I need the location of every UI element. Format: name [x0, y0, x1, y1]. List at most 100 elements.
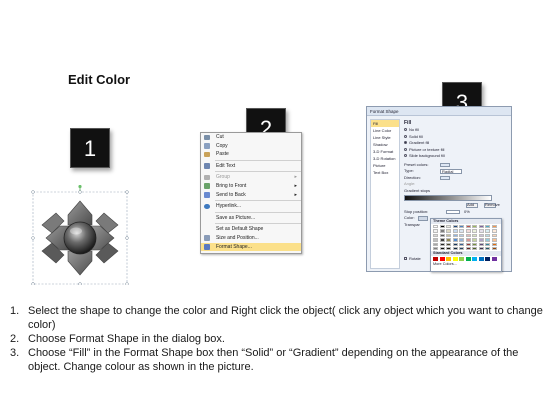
menu-item-paste[interactable]: Paste	[201, 150, 301, 159]
color-swatch[interactable]	[465, 229, 471, 233]
stop-position-slider[interactable]	[446, 209, 460, 214]
selected-shape[interactable]	[30, 185, 130, 285]
color-swatch[interactable]	[478, 229, 484, 233]
color-swatch[interactable]	[491, 242, 497, 246]
menu-item-group[interactable]: Group ▸	[201, 173, 301, 182]
nav-item-3d-rotation[interactable]: 3-D Rotation	[371, 155, 399, 162]
color-swatch[interactable]	[433, 242, 438, 246]
color-swatch[interactable]	[472, 233, 477, 238]
color-swatch[interactable]	[485, 225, 490, 229]
menu-item-bring-to-front[interactable]: Bring to Front ▸	[201, 182, 301, 191]
color-swatch[interactable]	[478, 242, 484, 246]
color-swatch[interactable]	[485, 257, 490, 262]
color-swatch[interactable]	[472, 225, 477, 229]
color-swatch[interactable]	[439, 225, 445, 229]
color-swatch[interactable]	[491, 233, 497, 238]
color-swatch[interactable]	[452, 229, 458, 233]
color-swatch[interactable]	[446, 225, 451, 229]
menu-item-edit-text[interactable]: Edit Text	[201, 162, 301, 171]
color-swatch[interactable]	[433, 246, 438, 251]
color-swatch[interactable]	[472, 257, 477, 262]
color-swatch[interactable]	[472, 246, 477, 251]
menu-item-size-and-position[interactable]: Size and Position...	[201, 234, 301, 243]
color-swatch[interactable]	[491, 225, 497, 229]
color-swatch[interactable]	[433, 229, 438, 233]
type-dropdown[interactable]: Radial	[440, 169, 462, 174]
color-swatch[interactable]	[478, 225, 484, 229]
radio-button[interactable]	[404, 128, 407, 132]
color-swatch[interactable]	[439, 238, 445, 242]
color-swatch[interactable]	[452, 233, 458, 238]
radio-button[interactable]	[404, 147, 407, 151]
color-swatch[interactable]	[472, 238, 477, 242]
color-swatch[interactable]	[446, 238, 451, 242]
color-swatch[interactable]	[452, 257, 458, 262]
nav-item-line-style[interactable]: Line Style	[371, 134, 399, 141]
color-swatch[interactable]	[439, 257, 445, 262]
color-swatch[interactable]	[491, 229, 497, 233]
nav-item-line-color[interactable]: Line Color	[371, 127, 399, 134]
color-swatch[interactable]	[472, 242, 477, 246]
color-swatch[interactable]	[452, 242, 458, 246]
color-swatch[interactable]	[459, 238, 464, 242]
color-swatch[interactable]	[485, 229, 490, 233]
color-swatch[interactable]	[459, 233, 464, 238]
color-swatch[interactable]	[452, 246, 458, 251]
color-swatch[interactable]	[459, 225, 464, 229]
color-swatch[interactable]	[446, 257, 451, 262]
color-swatch[interactable]	[478, 238, 484, 242]
option-slide-background-fill[interactable]: Slide background fill	[404, 153, 510, 160]
color-swatch[interactable]	[439, 229, 445, 233]
color-swatch[interactable]	[478, 246, 484, 251]
rotate-checkbox[interactable]	[404, 257, 407, 261]
color-swatch[interactable]	[485, 238, 490, 242]
color-swatch[interactable]	[459, 246, 464, 251]
color-swatch[interactable]	[433, 238, 438, 242]
color-swatch[interactable]	[465, 238, 471, 242]
color-swatch[interactable]	[446, 242, 451, 246]
gradient-stops-bar[interactable]	[404, 195, 492, 201]
menu-item-format-shape[interactable]: Format Shape...	[201, 242, 301, 252]
direction-dropdown[interactable]	[440, 175, 450, 180]
color-swatch[interactable]	[459, 229, 464, 233]
color-picker-button[interactable]	[418, 216, 428, 221]
color-swatch[interactable]	[446, 229, 451, 233]
nav-item-text-box[interactable]: Text Box	[371, 169, 399, 176]
menu-item-copy[interactable]: Copy	[201, 142, 301, 151]
color-swatch[interactable]	[485, 246, 490, 251]
color-swatch[interactable]	[446, 246, 451, 251]
color-swatch[interactable]	[465, 233, 471, 238]
menu-item-hyperlink[interactable]: Hyperlink...	[201, 202, 301, 211]
color-swatch[interactable]	[446, 233, 451, 238]
color-swatch[interactable]	[433, 233, 438, 238]
nav-item-fill[interactable]: Fill	[371, 120, 399, 127]
more-colors-link[interactable]: More Colors...	[431, 262, 501, 267]
color-swatch[interactable]	[465, 242, 471, 246]
color-swatch[interactable]	[433, 225, 438, 229]
preset-colors-dropdown[interactable]	[440, 162, 450, 167]
nav-item-picture[interactable]: Picture	[371, 162, 399, 169]
color-swatch[interactable]	[439, 246, 445, 251]
color-swatch[interactable]	[452, 238, 458, 242]
color-swatch[interactable]	[465, 246, 471, 251]
color-swatch[interactable]	[491, 238, 497, 242]
rotate-handle[interactable]	[78, 185, 82, 189]
nav-item-3d-format[interactable]: 3-D Format	[371, 148, 399, 155]
menu-item-send-to-back[interactable]: Send to Back ▸	[201, 191, 301, 200]
color-swatch[interactable]	[491, 246, 497, 251]
radio-button[interactable]	[404, 154, 407, 158]
color-swatch[interactable]	[485, 242, 490, 246]
radio-button-selected[interactable]	[404, 141, 407, 145]
color-swatch[interactable]	[478, 257, 484, 262]
menu-item-cut[interactable]: Cut	[201, 133, 301, 142]
menu-item-save-as-picture[interactable]: Save as Picture...	[201, 214, 301, 223]
color-swatch[interactable]	[485, 233, 490, 238]
color-swatch[interactable]	[478, 233, 484, 238]
color-swatch[interactable]	[491, 257, 497, 262]
color-swatch[interactable]	[465, 225, 471, 229]
color-swatch[interactable]	[459, 242, 464, 246]
color-swatch[interactable]	[433, 257, 438, 262]
nav-item-shadow[interactable]: Shadow	[371, 141, 399, 148]
menu-item-set-default-shape[interactable]: Set as Default Shape	[201, 225, 301, 234]
color-swatch[interactable]	[452, 225, 458, 229]
